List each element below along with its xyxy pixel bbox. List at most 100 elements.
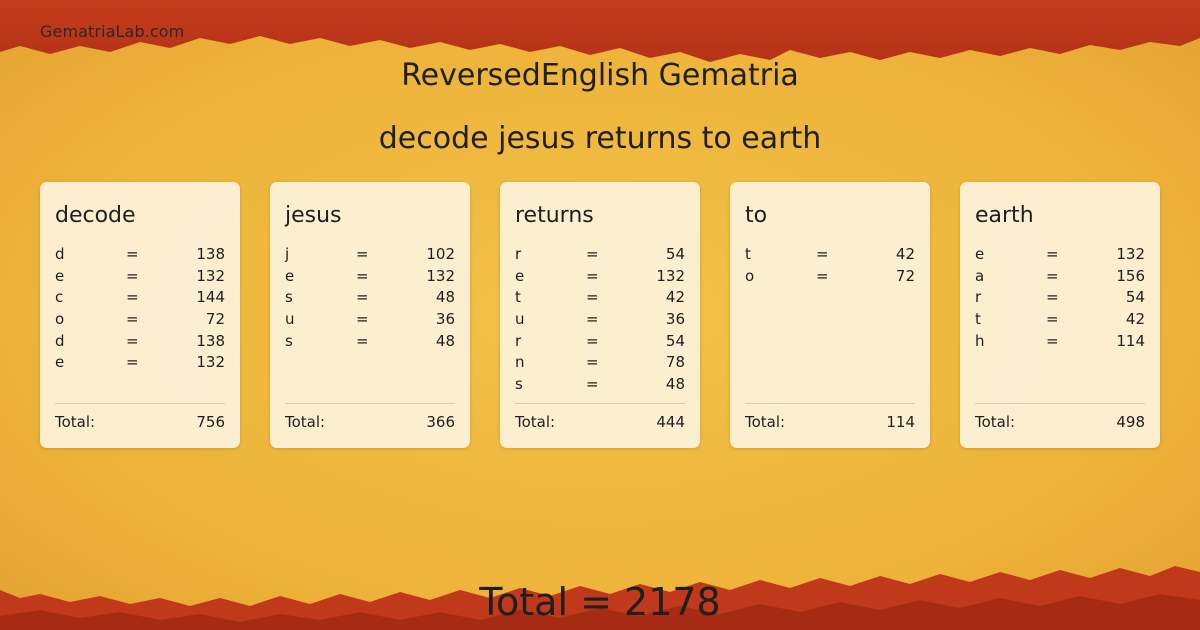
letter-row: u = 36 xyxy=(285,309,455,331)
letter-value: 42 xyxy=(665,288,685,307)
letter-row: e = 132 xyxy=(55,266,225,288)
site-name[interactable]: GematriaLab.com xyxy=(40,22,184,41)
letter: e xyxy=(515,266,525,285)
equals-sign: = xyxy=(586,375,599,394)
letter: n xyxy=(515,353,525,372)
letter: t xyxy=(745,245,751,263)
letter-value: 144 xyxy=(196,288,225,307)
card-word: jesus xyxy=(285,203,342,228)
divider xyxy=(55,403,225,404)
word-card-returns: returns r = 54 e = 132 t = 42 u = 36 r = 54 n = 78 s… xyxy=(500,182,700,448)
equals-sign: = xyxy=(1046,331,1059,350)
letter-value: 114 xyxy=(1116,331,1145,350)
letter-row: s = 48 xyxy=(515,374,685,396)
letter-value: 36 xyxy=(435,310,455,329)
letter: r xyxy=(515,331,522,350)
letter: t xyxy=(975,310,981,329)
total-label: Total: xyxy=(745,413,786,431)
letter-rows: e = 132 a = 156 r = 54 t = 42 h = 114 xyxy=(975,244,1145,352)
page-title: ReversedEnglish Gematria xyxy=(401,58,799,93)
letter-value: 132 xyxy=(656,266,685,285)
equals-sign: = xyxy=(586,331,599,350)
letter-row: e = 132 xyxy=(55,352,225,374)
letter: c xyxy=(55,288,64,307)
letter: e xyxy=(285,266,295,285)
total-value: 756 xyxy=(196,413,225,431)
letter: t xyxy=(515,288,521,307)
letter-value: 138 xyxy=(196,331,225,350)
letter-row: d = 138 xyxy=(55,244,225,266)
equals-sign: = xyxy=(816,245,829,263)
letter-row: j = 102 xyxy=(285,244,455,266)
total-label: Total: xyxy=(285,413,326,431)
card-total: Total: 114 xyxy=(745,413,915,431)
card-total: Total: 756 xyxy=(55,413,225,431)
word-card-decode: decode d = 138 e = 132 c = 144 o = 72 d = 138 e = 13… xyxy=(40,182,240,448)
letter: e xyxy=(55,266,65,285)
letter-value: 48 xyxy=(665,375,685,394)
equals-sign: = xyxy=(586,245,599,263)
card-total: Total: 366 xyxy=(285,413,455,431)
equals-sign: = xyxy=(586,288,599,307)
letter-rows: d = 138 e = 132 c = 144 o = 72 d = 138 e = 132 xyxy=(55,244,225,374)
letter: s xyxy=(285,331,293,350)
letter-row: c = 144 xyxy=(55,287,225,309)
equals-sign: = xyxy=(356,266,369,285)
letter-rows: j = 102 e = 132 s = 48 u = 36 s = 48 xyxy=(285,244,455,352)
letter-value: 72 xyxy=(205,310,225,329)
letter-value: 132 xyxy=(196,266,225,285)
total-value: 498 xyxy=(1116,413,1145,431)
letter: d xyxy=(55,245,65,263)
letter-value: 132 xyxy=(426,266,455,285)
divider xyxy=(515,403,685,404)
total-value: 114 xyxy=(886,413,915,431)
letter: s xyxy=(285,288,293,307)
letter-row: e = 132 xyxy=(285,266,455,288)
letter-value: 78 xyxy=(665,353,685,372)
card-word: to xyxy=(745,203,768,228)
total-label: Total: xyxy=(975,413,1016,431)
letter-rows: t = 42 o = 72 xyxy=(745,244,915,287)
equals-sign: = xyxy=(586,310,599,329)
card-total: Total: 444 xyxy=(515,413,685,431)
equals-sign: = xyxy=(126,245,139,263)
letter-value: 42 xyxy=(1125,310,1145,329)
letter-row: r = 54 xyxy=(975,287,1145,309)
letter: u xyxy=(515,310,525,329)
letter-rows: r = 54 e = 132 t = 42 u = 36 r = 54 n = 78 s = 48 xyxy=(515,244,685,396)
word-card-to: to t = 42 o = 72 Total: 114 xyxy=(730,182,930,448)
total-value: 444 xyxy=(656,413,685,431)
letter-row: t = 42 xyxy=(515,287,685,309)
letter: e xyxy=(55,353,65,372)
equals-sign: = xyxy=(1046,245,1059,263)
total-value: 366 xyxy=(426,413,455,431)
equals-sign: = xyxy=(1046,310,1059,329)
letter: o xyxy=(745,266,755,285)
equals-sign: = xyxy=(126,288,139,307)
divider xyxy=(285,403,455,404)
letter-value: 54 xyxy=(665,245,685,263)
letter-value: 156 xyxy=(1116,266,1145,285)
letter-row: o = 72 xyxy=(745,266,915,288)
letter-row: o = 72 xyxy=(55,309,225,331)
letter-value: 42 xyxy=(895,245,915,263)
equals-sign: = xyxy=(356,331,369,350)
equals-sign: = xyxy=(126,310,139,329)
letter-row: r = 54 xyxy=(515,331,685,353)
letter-row: h = 114 xyxy=(975,331,1145,353)
divider xyxy=(745,403,915,404)
letter: d xyxy=(55,331,65,350)
grand-total: Total = 2178 xyxy=(479,580,721,624)
letter-row: t = 42 xyxy=(975,309,1145,331)
letter: s xyxy=(515,375,523,394)
divider xyxy=(975,403,1145,404)
letter-row: r = 54 xyxy=(515,244,685,266)
letter-row: e = 132 xyxy=(975,244,1145,266)
phrase-heading: decode jesus returns to earth xyxy=(378,121,822,156)
letter-row: a = 156 xyxy=(975,266,1145,288)
letter-value: 54 xyxy=(1125,288,1145,307)
letter-value: 48 xyxy=(435,288,455,307)
letter: j xyxy=(285,245,290,263)
letter: o xyxy=(55,310,65,329)
letter-value: 102 xyxy=(426,245,455,263)
